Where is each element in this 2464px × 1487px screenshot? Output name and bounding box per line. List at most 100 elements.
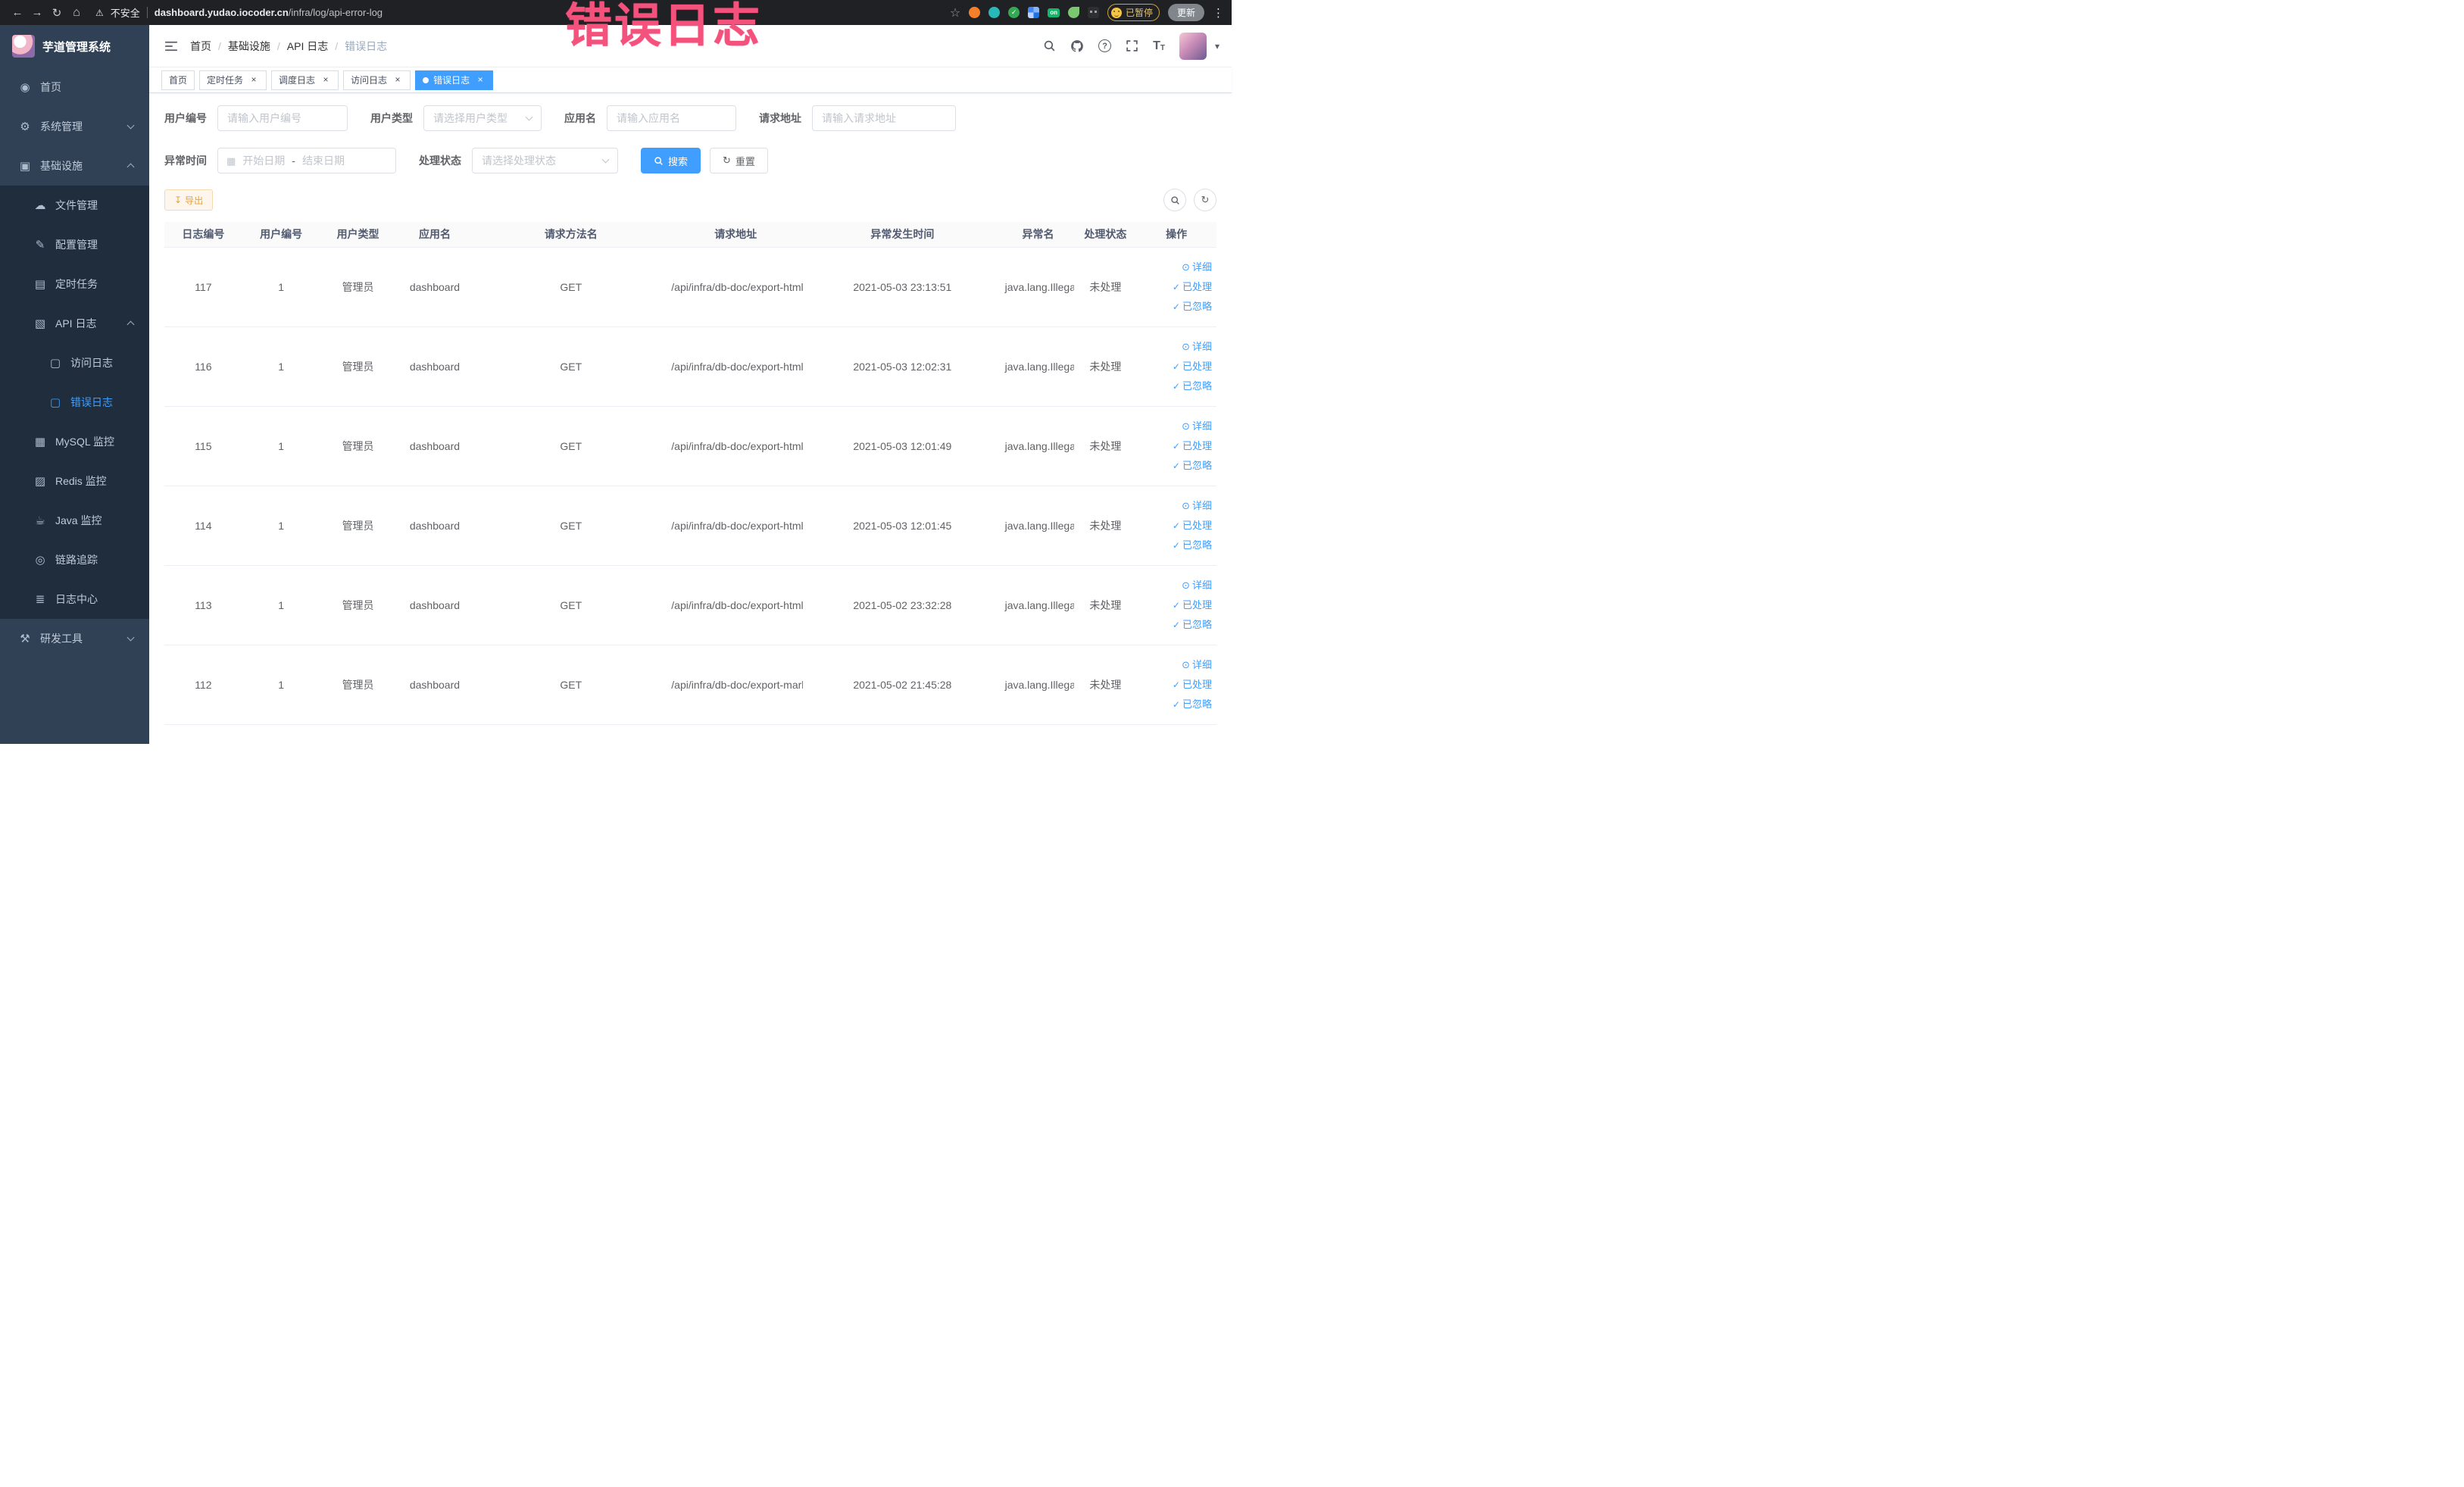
ignored-link[interactable]: 已忽略 [1139,376,1212,396]
tab[interactable]: 首页 [161,70,195,90]
sidebar-item[interactable]: Java 监控 [0,501,149,540]
ignored-link[interactable]: 已忽略 [1139,297,1212,317]
cell-app-name: dashboard [395,645,474,725]
sidebar-item[interactable]: API 日志 [0,304,149,343]
breadcrumb: 首页 基础设施 API 日志 错误日志 [190,39,387,54]
sidebar-item[interactable]: 研发工具 [0,619,149,658]
detail-link[interactable]: 详细 [1139,576,1212,595]
sidebar-item[interactable]: 日志中心 [0,579,149,619]
extension-teal-icon[interactable] [988,7,1001,18]
sidebar-item[interactable]: 定时任务 [0,264,149,304]
check-icon [1173,595,1180,615]
cell-app-name: dashboard [395,406,474,486]
sidebar-item[interactable]: 首页 [0,67,149,107]
extension-paused-badge[interactable]: 已暂停 [1107,4,1160,21]
detail-link[interactable]: 详细 [1139,417,1212,436]
request-url-input[interactable] [812,105,956,131]
extension-dark-icon[interactable] [1087,7,1099,18]
close-icon[interactable] [475,75,486,86]
back-icon[interactable] [8,6,27,19]
ignored-link[interactable]: 已忽略 [1139,536,1212,555]
bookmark-star-icon[interactable] [950,5,960,20]
sidebar-item[interactable]: 错误日志 [0,383,149,422]
sidebar-item[interactable]: Redis 监控 [0,461,149,501]
processed-link[interactable]: 已处理 [1139,277,1212,297]
detail-link[interactable]: 详细 [1139,655,1212,675]
forward-icon[interactable] [27,6,47,19]
tab[interactable]: 错误日志 [415,70,494,90]
sidebar-item[interactable]: 文件管理 [0,186,149,225]
detail-link[interactable]: 详细 [1139,337,1212,357]
table-row: 114 1 管理员 dashboard GET /api/infra/db-do… [164,486,1216,566]
process-status-select[interactable] [472,148,618,173]
sidebar-item[interactable]: 基础设施 [0,146,149,186]
sidebar-item[interactable]: 配置管理 [0,225,149,264]
avatar[interactable] [1179,32,1207,60]
breadcrumb-item[interactable]: API 日志 [270,39,328,54]
cell-actions: 详细 已处理 已忽略 [1136,565,1216,645]
breadcrumb-item[interactable]: 错误日志 [328,39,387,54]
user-type-select-input[interactable] [423,105,542,131]
fullscreen-icon[interactable] [1126,39,1138,52]
app-name-input[interactable] [607,105,736,131]
sidebar-item[interactable]: MySQL 监控 [0,422,149,461]
table-row: 117 1 管理员 dashboard GET /api/infra/db-do… [164,247,1216,327]
extension-on-badge-icon[interactable]: on [1048,8,1060,17]
processed-link[interactable]: 已处理 [1139,595,1212,615]
cell-method: GET [473,565,669,645]
github-icon[interactable] [1070,39,1084,53]
breadcrumb-item[interactable]: 首页 [190,39,211,54]
extension-blue-grid-icon[interactable] [1028,7,1040,18]
sidebar-item[interactable]: 链路追踪 [0,540,149,579]
processed-link[interactable]: 已处理 [1139,357,1212,376]
export-button[interactable]: 导出 [164,189,214,211]
processed-link[interactable]: 已处理 [1139,436,1212,456]
browser-chrome: 不安全 dashboard.yudao.iocoder.cn/infra/log… [0,0,1232,25]
cell-user-id: 1 [242,645,320,725]
reload-icon[interactable] [47,6,67,20]
font-size-icon[interactable] [1153,40,1165,52]
extension-orange-icon[interactable] [969,7,981,18]
close-icon[interactable] [320,75,331,86]
process-status-select-input[interactable] [472,148,618,173]
help-icon[interactable] [1098,39,1112,52]
refresh-table-button[interactable] [1194,189,1216,211]
column-header: 异常名 [1001,222,1075,248]
ignored-link[interactable]: 已忽略 [1139,456,1212,476]
reset-button[interactable]: 重置 [710,148,768,173]
ignored-link[interactable]: 已忽略 [1139,695,1212,714]
detail-link[interactable]: 详细 [1139,258,1212,277]
cell-status: 未处理 [1074,406,1137,486]
toggle-search-button[interactable] [1163,189,1186,211]
ignored-link[interactable]: 已忽略 [1139,615,1212,635]
chevron-icon [126,161,136,170]
browser-home-icon[interactable] [67,6,86,20]
tab[interactable]: 调度日志 [271,70,339,90]
close-icon[interactable] [248,75,259,86]
breadcrumb-item[interactable]: 基础设施 [211,39,270,54]
extension-leaf-icon[interactable] [1067,7,1079,18]
tab[interactable]: 定时任务 [199,70,267,90]
avatar-caret-icon[interactable] [1215,39,1220,53]
processed-link[interactable]: 已处理 [1139,516,1212,536]
tab[interactable]: 访问日志 [343,70,411,90]
search-icon[interactable] [1043,39,1056,52]
cell-request-url: /api/infra/db-doc/export-html [668,565,804,645]
sidebar-item[interactable]: 访问日志 [0,343,149,383]
exception-time-range-picker[interactable]: 开始日期 - 结束日期 [217,148,396,173]
search-button[interactable]: 搜索 [641,148,701,173]
browser-menu-icon[interactable] [1213,6,1224,20]
extension-green-check-icon[interactable] [1008,7,1020,18]
sidebar-toggle-icon[interactable] [164,41,178,52]
user-type-select[interactable] [423,105,542,131]
detail-link[interactable]: 详细 [1139,496,1212,516]
close-icon[interactable] [392,75,403,86]
browser-update-button[interactable]: 更新 [1167,4,1204,21]
sidebar-item[interactable]: 系统管理 [0,107,149,146]
address-bar[interactable]: 不安全 dashboard.yudao.iocoder.cn/infra/log… [95,5,383,20]
url-text[interactable]: dashboard.yudao.iocoder.cn/infra/log/api… [155,7,383,18]
processed-link[interactable]: 已处理 [1139,675,1212,695]
chevron-icon [126,634,136,643]
user-id-input[interactable] [217,105,348,131]
chevron-icon [126,319,136,328]
